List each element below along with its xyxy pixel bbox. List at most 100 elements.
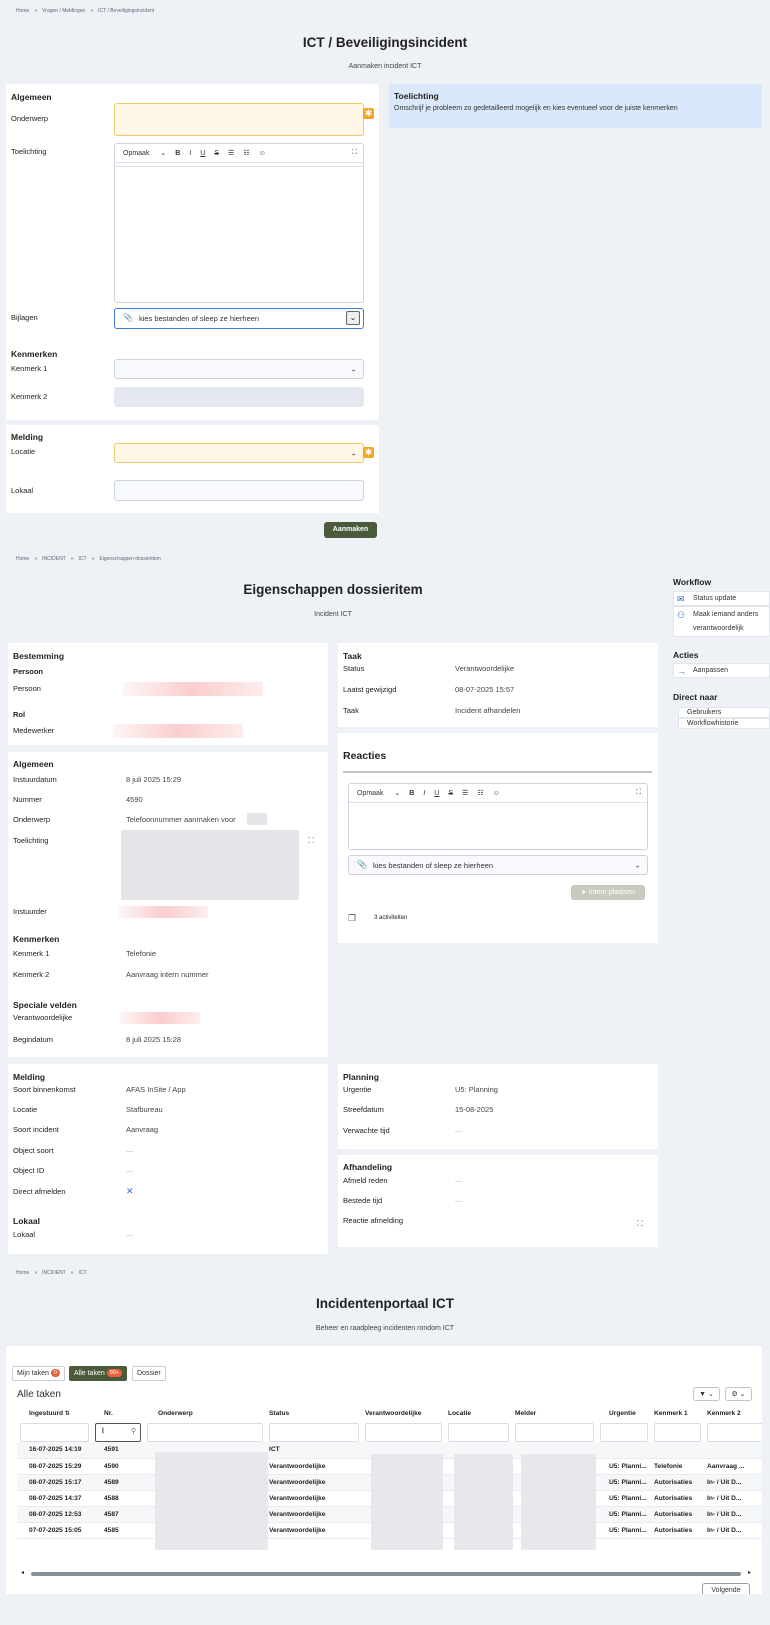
- reactie-bijlagen-upload[interactable]: 📎 kies bestanden of sleep ze hierheen ⌄: [348, 855, 648, 875]
- locatie-select[interactable]: ⌄: [114, 443, 364, 463]
- filter-input[interactable]: [20, 1423, 89, 1442]
- reactie-editor[interactable]: Opmaak ⌄ B I U S ☰ ☷ ☺ ⛶: [348, 783, 648, 850]
- filter-input[interactable]: [365, 1423, 442, 1442]
- tab-dossier[interactable]: Dossier: [132, 1366, 166, 1381]
- sidebar-item-maak-verantwoordelijk[interactable]: ⚇ Maak iemand anders verantwoordelijk: [673, 606, 770, 637]
- scroll-right-icon[interactable]: ▸: [748, 1569, 751, 1576]
- help-text: Omschrijf je probleem zo gedetailleerd m…: [394, 105, 678, 112]
- bold-icon[interactable]: B: [175, 150, 180, 157]
- value-urgentie: U5: Planning: [455, 1085, 498, 1094]
- table-cell: 08-07-2025 12:53: [17, 1506, 92, 1523]
- activities-icon[interactable]: ❐: [348, 913, 356, 924]
- section-dossieritem: Home» INCIDENT» ICT» Eigenschappen dossieri…: [0, 552, 770, 1267]
- breadcrumb-incident[interactable]: INCIDENT: [42, 1270, 66, 1276]
- label-afmeld-reden: Afmeld reden: [343, 1176, 388, 1185]
- column-header[interactable]: Onderwerp: [144, 1404, 266, 1423]
- toelichting-editor[interactable]: Opmaak ⌄ B I U S ☰ ☷ ☺ ⛶: [114, 143, 364, 303]
- fullscreen-icon[interactable]: ⛶: [636, 789, 641, 797]
- filter-input[interactable]: [600, 1423, 648, 1442]
- filter-input[interactable]: [269, 1423, 359, 1442]
- breadcrumb-incident[interactable]: INCIDENT: [42, 556, 66, 562]
- column-header[interactable]: Kenmerk 1: [651, 1404, 704, 1423]
- task-list-panel: Mijn taken 0 Alle taken 99+ Dossier Alle…: [6, 1346, 762, 1594]
- list-title: Alle taken: [17, 1389, 61, 1400]
- badge-count: 0: [50, 1369, 60, 1378]
- filter-input[interactable]: [147, 1423, 263, 1442]
- bullet-list-icon[interactable]: ☰: [462, 789, 468, 797]
- tab-mijn-taken[interactable]: Mijn taken 0: [12, 1366, 65, 1381]
- intern-plaatsen-button[interactable]: ➤ Intern plaatsen: [571, 885, 645, 900]
- table-cell: U5: Planni...: [597, 1506, 651, 1523]
- scrollbar-thumb[interactable]: [31, 1572, 741, 1576]
- fullscreen-icon[interactable]: ⛶: [352, 149, 357, 157]
- filter-button[interactable]: ▼ ⌄: [693, 1387, 720, 1401]
- column-header[interactable]: Nr.: [92, 1404, 144, 1423]
- expand-icon[interactable]: ⛶: [308, 836, 314, 846]
- chevron-down-icon[interactable]: ⌄: [634, 861, 641, 870]
- value-onderwerp: Telefoonnummer aanmaken voor: [126, 815, 236, 824]
- column-header[interactable]: Melder: [512, 1404, 597, 1423]
- sidebar-item-gebruikers[interactable]: Gebruikers: [678, 707, 770, 718]
- format-dropdown[interactable]: Opmaak ⌄: [123, 149, 166, 157]
- value-taak: Incident afhandelen: [455, 706, 521, 715]
- kenmerk1-select[interactable]: ⌄: [114, 359, 364, 379]
- breadcrumb-home[interactable]: Home: [16, 556, 29, 562]
- sidebar-item-status-update[interactable]: ✉ Status update: [673, 591, 770, 606]
- table-cell: Verantwoordelijke: [266, 1522, 362, 1539]
- volgende-button[interactable]: Volgende: [702, 1583, 750, 1594]
- settings-button[interactable]: ⚙ ⌄: [725, 1387, 752, 1401]
- mail-icon: ✉: [677, 594, 685, 604]
- onderwerp-input[interactable]: [114, 103, 364, 136]
- numbered-list-icon[interactable]: ☷: [243, 149, 249, 157]
- strikethrough-icon[interactable]: S: [214, 150, 219, 157]
- help-title: Toelichting: [394, 91, 439, 101]
- lokaal-input[interactable]: [114, 480, 364, 501]
- help-box: Toelichting Omschrijf je probleem zo ged…: [389, 84, 762, 128]
- sidebar-item-workflowhistorie[interactable]: Workflowhistorie: [678, 718, 770, 729]
- column-header[interactable]: Ingestuurd ⇅: [17, 1404, 92, 1423]
- breadcrumb-vragen[interactable]: Vragen / Meldingen: [42, 8, 85, 14]
- column-header[interactable]: Urgentie: [597, 1404, 651, 1423]
- numbered-list-icon[interactable]: ☷: [477, 789, 483, 797]
- italic-icon[interactable]: I: [423, 790, 425, 797]
- table-cell: Telefonie: [651, 1458, 704, 1475]
- chevron-down-icon[interactable]: ⌄: [346, 311, 360, 325]
- tab-alle-taken[interactable]: Alle taken 99+: [69, 1366, 128, 1381]
- section-incidentenportaal: Home» INCIDENT» ICT Incidentenportaal ICT …: [0, 1267, 770, 1625]
- filter-row: | ⚲: [17, 1423, 762, 1442]
- expand-icon[interactable]: ⛶: [637, 1219, 643, 1229]
- italic-icon[interactable]: I: [189, 150, 191, 157]
- breadcrumb-home[interactable]: Home: [16, 8, 29, 14]
- breadcrumb: Home» Vragen / Meldingen» ICT / Beveiligin…: [16, 8, 155, 14]
- scroll-left-icon[interactable]: ◂: [21, 1569, 24, 1576]
- filter-input[interactable]: [654, 1423, 701, 1442]
- section-title-algemeen: Algemeen: [11, 92, 52, 102]
- column-header[interactable]: Verantwoordelijke: [362, 1404, 445, 1423]
- horizontal-scrollbar[interactable]: ◂ ▸: [21, 1569, 751, 1577]
- filter-input[interactable]: [448, 1423, 509, 1442]
- column-header[interactable]: Locatie: [445, 1404, 512, 1423]
- emoji-icon[interactable]: ☺: [259, 150, 266, 157]
- filter-input[interactable]: [707, 1423, 762, 1442]
- underline-icon[interactable]: U: [200, 150, 205, 157]
- table-cell: 4587: [92, 1506, 144, 1523]
- bijlagen-upload[interactable]: 📎 kies bestanden of sleep ze hierheen ⌄: [114, 308, 364, 329]
- breadcrumb-home[interactable]: Home: [16, 1270, 29, 1276]
- format-dropdown[interactable]: Opmaak ⌄: [357, 789, 400, 797]
- bold-icon[interactable]: B: [409, 790, 414, 797]
- column-header[interactable]: Kenmerk 2: [704, 1404, 762, 1423]
- filter-input-nr[interactable]: | ⚲: [95, 1423, 141, 1442]
- underline-icon[interactable]: U: [434, 790, 439, 797]
- emoji-icon[interactable]: ☺: [493, 790, 500, 797]
- bullet-list-icon[interactable]: ☰: [228, 149, 234, 157]
- breadcrumb-ict[interactable]: ICT: [79, 556, 87, 562]
- strikethrough-icon[interactable]: S: [448, 790, 453, 797]
- filter-input[interactable]: [515, 1423, 594, 1442]
- editor-textarea[interactable]: [115, 166, 363, 302]
- editor-toolbar: Opmaak ⌄ B I U S ☰ ☷ ☺ ⛶: [349, 784, 647, 803]
- column-header[interactable]: Status: [266, 1404, 362, 1423]
- aanmaken-button[interactable]: Aanmaken: [324, 522, 377, 538]
- sidebar-item-aanpassen[interactable]: → Aanpassen: [673, 663, 770, 678]
- kenmerk2-select[interactable]: [114, 387, 364, 407]
- activiteiten-count[interactable]: 3 activiteiten: [374, 915, 407, 921]
